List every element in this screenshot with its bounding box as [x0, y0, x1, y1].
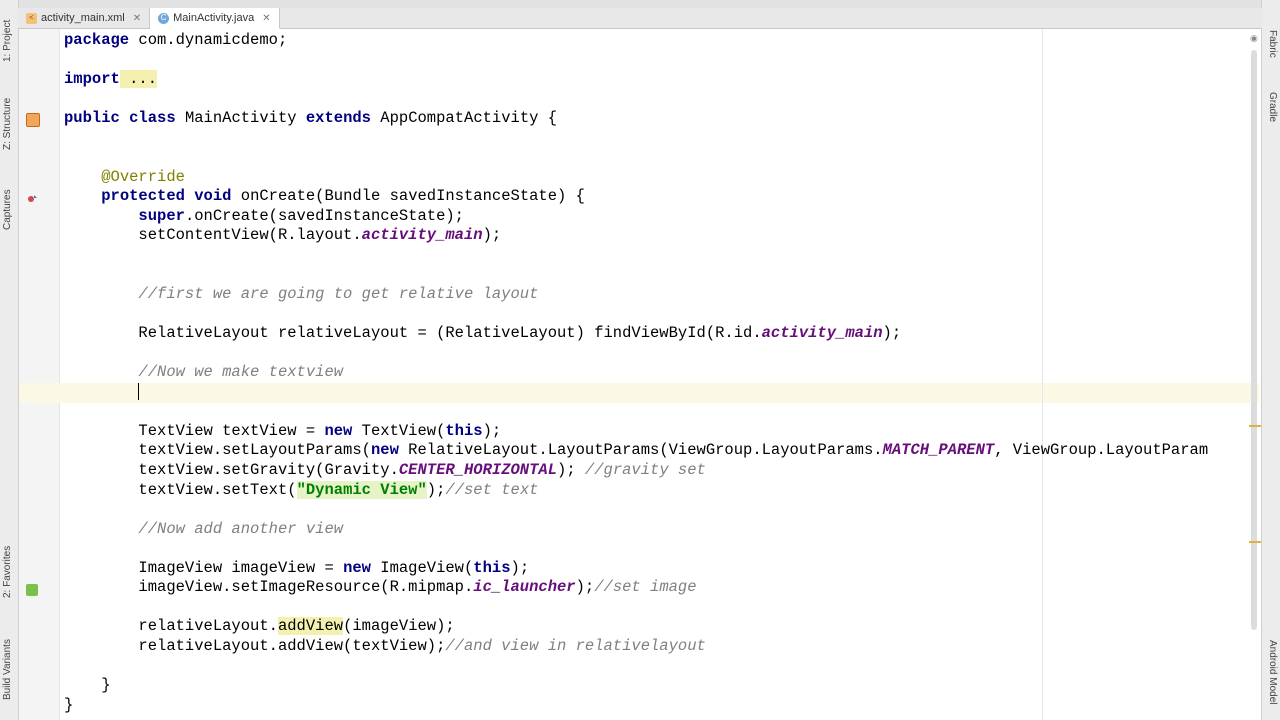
code-line: protected void onCreate(Bundle savedInst… — [101, 187, 585, 206]
left-tool-window-bar: 1: Project Z: Structure Captures 2: Favo… — [0, 0, 19, 720]
tab-main-activity-java[interactable]: C MainActivity.java ✕ — [150, 8, 280, 29]
tool-window-fabric[interactable]: Fabric — [1267, 30, 1278, 58]
editor-tabs: < activity_main.xml ✕ C MainActivity.jav… — [18, 8, 1262, 29]
tool-window-project[interactable]: 1: Project — [2, 20, 13, 62]
warning-stripe[interactable] — [1249, 541, 1261, 543]
code-line: textView.setLayoutParams(new RelativeLay… — [138, 441, 1209, 460]
code-editor[interactable]: package com.dynamicdemo; import ... publ… — [64, 31, 1208, 715]
java-class-icon: C — [158, 12, 170, 24]
code-line: super.onCreate(savedInstanceState); — [138, 206, 464, 225]
tool-window-structure[interactable]: Z: Structure — [2, 98, 13, 150]
code-line: textView.setText("Dynamic View");//set t… — [138, 480, 539, 499]
tab-activity-main-xml[interactable]: < activity_main.xml ✕ — [18, 8, 151, 28]
xml-file-icon: < — [26, 12, 37, 24]
text-caret — [138, 383, 140, 401]
tool-window-build-variants[interactable]: Build Variants — [2, 639, 13, 700]
tool-window-favorites[interactable]: 2: Favorites — [2, 546, 13, 598]
code-line: textView.setGravity(Gravity.CENTER_HORIZ… — [138, 461, 706, 480]
code-comment: //Now add another view — [138, 519, 344, 538]
android-manifest-icon[interactable] — [26, 113, 40, 127]
code-line: setContentView(R.layout.activity_main); — [138, 226, 502, 245]
code-line: TextView textView = new TextView(this); — [138, 421, 502, 440]
code-line: relativeLayout.addView(imageView); — [138, 617, 455, 636]
code-line: imageView.setImageResource(R.mipmap.ic_l… — [138, 578, 697, 597]
code-line: import ... — [64, 70, 158, 89]
tool-window-gradle[interactable]: Gradle — [1267, 92, 1278, 122]
launcher-image-icon[interactable] — [26, 584, 38, 596]
code-line: } — [64, 695, 74, 714]
tab-label: MainActivity.java — [173, 12, 255, 24]
vertical-scrollbar[interactable] — [1251, 50, 1257, 630]
tab-label: activity_main.xml — [41, 12, 125, 24]
code-comment: //first we are going to get relative lay… — [138, 285, 539, 304]
override-marker-icon[interactable] — [26, 192, 38, 204]
code-line: package com.dynamicdemo; — [64, 31, 288, 49]
warning-stripe[interactable] — [1249, 425, 1261, 427]
code-comment: //Now we make textview — [138, 363, 344, 382]
right-tool-window-bar: Fabric Gradle Android Model — [1261, 0, 1280, 720]
code-line: public class MainActivity extends AppCom… — [64, 109, 558, 128]
code-line: ImageView imageView = new ImageView(this… — [138, 558, 530, 577]
tool-window-captures[interactable]: Captures — [2, 189, 13, 230]
close-icon[interactable]: ✕ — [133, 13, 141, 24]
code-line: RelativeLayout relativeLayout = (Relativ… — [138, 324, 902, 343]
editor-gutter[interactable] — [19, 29, 60, 720]
code-line: relativeLayout.addView(textView);//and v… — [138, 636, 706, 655]
close-icon[interactable]: ✕ — [262, 13, 270, 24]
code-line: } — [101, 676, 111, 695]
tool-window-android-model[interactable]: Android Model — [1267, 640, 1278, 704]
code-line: @Override — [101, 167, 185, 186]
eye-icon[interactable]: ◉ — [1250, 33, 1258, 44]
